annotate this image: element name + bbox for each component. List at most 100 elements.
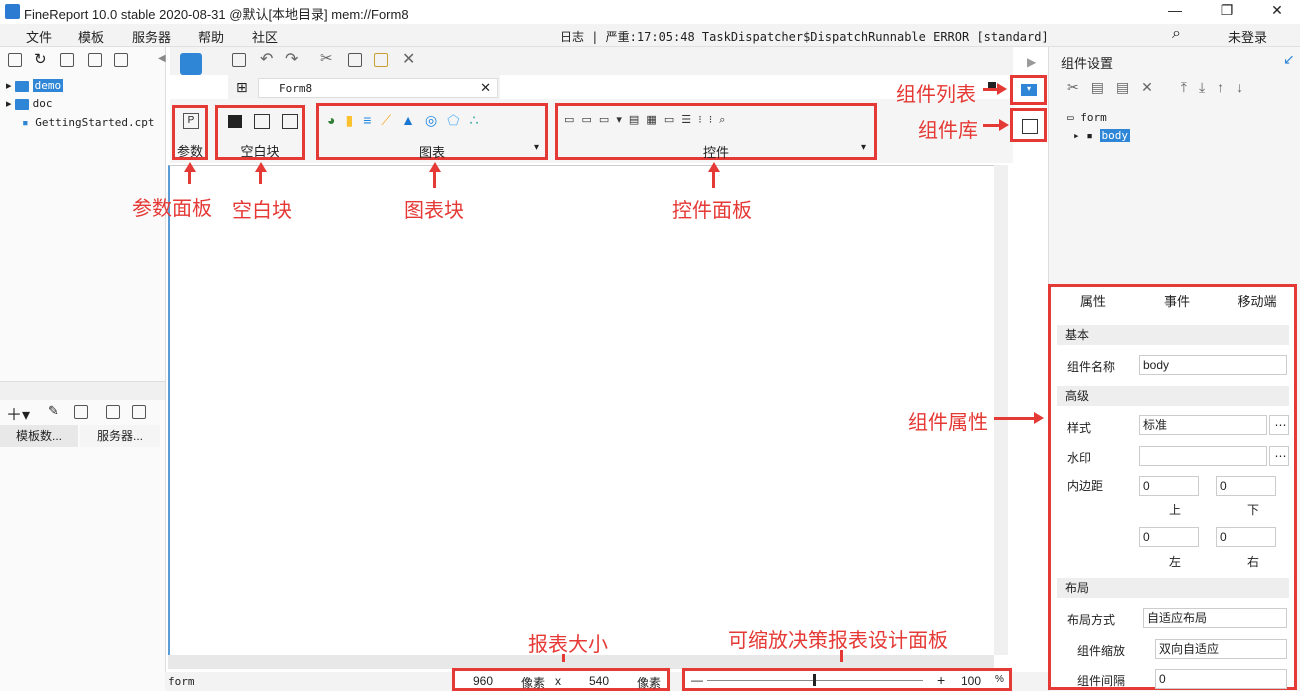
tree-item-getting-started[interactable]: ▪ GettingStarted.cpt <box>22 116 154 129</box>
left-label: 左 <box>1169 555 1182 569</box>
grid-icon[interactable]: ⊞ <box>236 79 248 96</box>
more-icon[interactable]: ⋯ <box>1269 446 1289 466</box>
annotation-component-lib: 组件库 <box>918 120 978 142</box>
close-button[interactable]: ✕ <box>1262 2 1292 22</box>
layout-mode-select[interactable]: 自适应布局 <box>1143 608 1287 628</box>
zoom-out-button[interactable]: — <box>691 673 703 687</box>
edit-icon[interactable]: ✎ <box>48 403 59 419</box>
scale-select[interactable]: 双向自适应 <box>1155 639 1287 659</box>
minimize-button[interactable]: — <box>1160 2 1190 22</box>
tab-form8[interactable]: Form8 ✕ <box>258 78 498 98</box>
vertical-scrollbar[interactable] <box>994 165 1008 655</box>
watermark-field[interactable] <box>1139 446 1267 466</box>
undo-icon[interactable]: ↶ <box>260 49 273 69</box>
horizontal-scrollbar[interactable] <box>168 655 994 669</box>
close-tab-icon[interactable]: ✕ <box>480 80 491 96</box>
component-properties-panel: 属性 事件 移动端 基本 组件名称 body 高级 样式 标准 ⋯ 水印 ⋯ 内… <box>1048 284 1297 690</box>
width-unit: 像素 <box>521 676 546 690</box>
zoom-in-button[interactable]: + <box>937 672 945 688</box>
login-link[interactable]: 未登录 <box>1228 27 1267 46</box>
control-icons[interactable]: ▭ ▭ ▭ ▾ ▤ ▦ ▭ ☰ ⁝ ⁝ ⌕ <box>564 113 727 127</box>
scale-label: 组件缩放 <box>1077 644 1126 658</box>
report-size-group: 960 像素 x 540 像素 <box>452 668 670 691</box>
save-icon[interactable] <box>232 53 246 67</box>
chart-block-group: ◕▮≡⟋▲◎⬠∴ 图表 ▾ <box>316 103 548 160</box>
gap-stepper[interactable]: 0 <box>1155 669 1287 689</box>
menu-server[interactable]: 服务器 <box>132 27 171 46</box>
height-input[interactable]: 540 <box>589 674 609 688</box>
tab-events[interactable]: 事件 <box>1137 291 1217 310</box>
tree-item-demo[interactable]: ▸ demo <box>6 79 64 92</box>
menu-help[interactable]: 帮助 <box>198 27 224 46</box>
tab-properties[interactable]: 属性 <box>1053 291 1133 310</box>
menu-community[interactable]: 社区 <box>252 27 278 46</box>
chevron-down-icon[interactable]: ▾ <box>861 142 866 153</box>
arrow-stem <box>433 170 436 188</box>
annotation-component-list: 组件列表 <box>896 84 976 106</box>
name-field[interactable]: body <box>1139 355 1287 375</box>
zoom-value[interactable]: 100 <box>961 674 981 688</box>
blank-block-group: 空白块 <box>215 105 305 160</box>
name-label: 组件名称 <box>1067 360 1116 374</box>
menu-template[interactable]: 模板 <box>78 27 104 46</box>
delete-icon[interactable] <box>74 405 88 419</box>
chart-icons[interactable]: ◕▮≡⟋▲◎⬠∴ <box>327 112 488 129</box>
add-icon[interactable]: ＋▾ <box>6 401 30 425</box>
search-icon[interactable]: ⌕ <box>1172 25 1181 43</box>
param-block[interactable]: P 参数 <box>172 105 208 160</box>
component-list-button[interactable]: ▾ <box>1010 75 1047 105</box>
component-library-button[interactable] <box>1010 108 1047 142</box>
tab-block-icon[interactable] <box>282 114 298 129</box>
expand-arrow-icon[interactable]: ▶ <box>1027 55 1036 69</box>
tab-server-dataset[interactable]: 服务器... <box>80 425 160 447</box>
delete-icon[interactable]: ✕ <box>402 49 415 69</box>
style-field[interactable]: 标准 <box>1139 415 1267 435</box>
split-block-icon[interactable] <box>254 114 270 129</box>
padding-top-stepper[interactable]: 0 <box>1139 476 1199 496</box>
annotation-param-panel: 参数面板 <box>132 198 212 220</box>
more-icon[interactable]: ⋯ <box>1269 415 1289 435</box>
design-canvas[interactable] <box>168 165 996 656</box>
section-layout[interactable]: 布局 <box>1057 578 1289 598</box>
annotation-report-size: 报表大小 <box>528 634 608 656</box>
copy-icon[interactable] <box>348 53 362 67</box>
tree-child[interactable]: ▸ ▪ body <box>1073 129 1130 142</box>
zoom-unit: % <box>995 674 1004 685</box>
refresh-icon[interactable]: ↻ <box>34 50 47 68</box>
maximize-button[interactable]: ❐ <box>1212 2 1242 22</box>
section-basic[interactable]: 基本 <box>1057 325 1289 345</box>
width-input[interactable]: 960 <box>473 674 493 688</box>
preview-icon[interactable] <box>106 405 120 419</box>
redo-icon[interactable]: ↷ <box>285 49 298 69</box>
dataset-icon[interactable] <box>132 405 146 419</box>
component-toolbar[interactable]: ✂▤▤✕ ⤒⤓↑↓ <box>1067 79 1255 96</box>
log-status[interactable]: 日志 | 严重:17:05:48 TaskDispatcher$Dispatch… <box>560 28 1049 45</box>
list-icon: ▾ <box>1021 84 1037 96</box>
menu-file[interactable]: 文件 <box>26 27 52 46</box>
paste-icon[interactable] <box>374 53 388 67</box>
template-icon[interactable] <box>60 53 74 67</box>
delete-icon[interactable] <box>114 53 128 67</box>
settings-icon[interactable] <box>88 53 102 67</box>
padding-bottom-stepper[interactable]: 0 <box>1216 476 1276 496</box>
gap-label: 组件间隔 <box>1077 674 1126 688</box>
cut-icon[interactable]: ✂ <box>320 49 333 67</box>
splitter[interactable] <box>0 381 165 400</box>
tab-mobile[interactable]: 移动端 <box>1217 291 1297 310</box>
tree-item-doc[interactable]: ▸ doc <box>6 97 52 110</box>
app-logo-icon <box>5 4 20 19</box>
folder-icon <box>14 98 29 110</box>
annotation-chart-block: 图表块 <box>404 200 464 222</box>
chevron-down-icon[interactable]: ▾ <box>534 142 539 153</box>
padding-right-stepper[interactable]: 0 <box>1216 527 1276 547</box>
pin-icon[interactable]: ↙ <box>1283 51 1295 68</box>
padding-left-stepper[interactable]: 0 <box>1139 527 1199 547</box>
tab-template-dataset[interactable]: 模板数... <box>0 425 78 447</box>
blank-block-icon[interactable] <box>228 115 242 128</box>
tree-root[interactable]: ▭ form <box>1067 111 1107 124</box>
section-advanced[interactable]: 高级 <box>1057 386 1289 406</box>
collapse-icon[interactable]: ◀ <box>158 53 166 64</box>
form-icon[interactable] <box>180 53 202 75</box>
new-folder-icon[interactable] <box>8 53 22 67</box>
zoom-slider-thumb[interactable] <box>813 674 816 686</box>
